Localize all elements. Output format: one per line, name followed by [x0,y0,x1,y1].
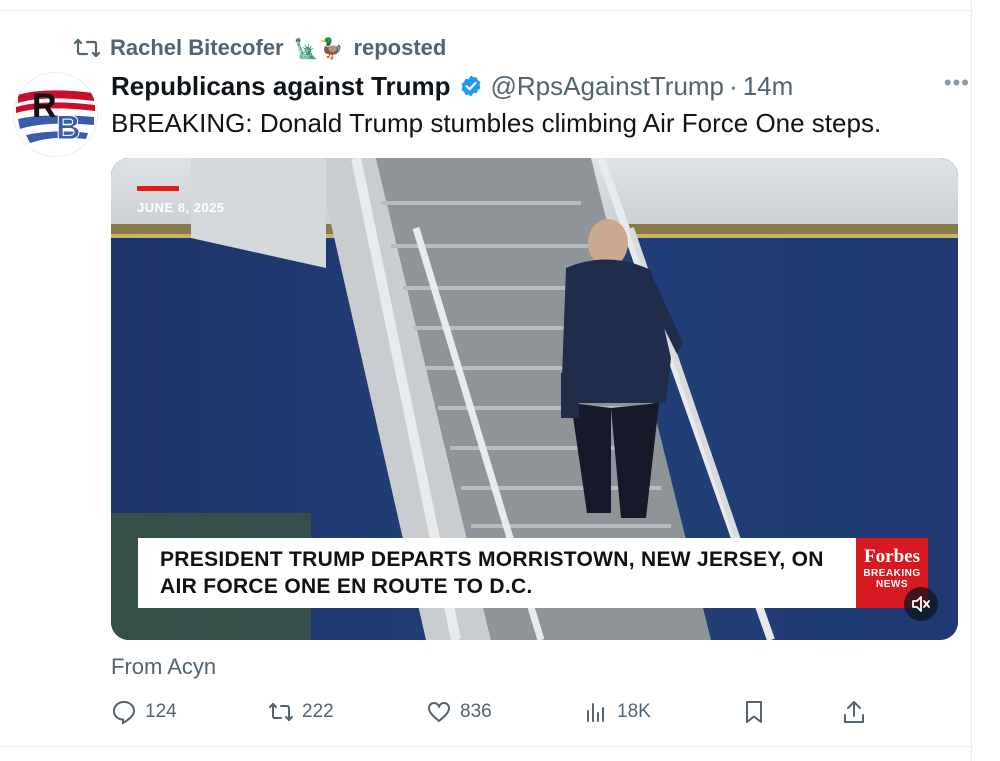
more-options-icon[interactable]: ••• [944,70,970,96]
author-handle[interactable]: @RpsAgainstTrump [491,71,725,102]
reposter-name[interactable]: Rachel Bitecofer [110,35,284,61]
svg-text:B: B [56,109,81,147]
reposter-emojis: 🗽🦆 [293,37,344,60]
forbes-sub-1: BREAKING [863,568,921,579]
repost-button[interactable]: 222 [268,696,334,728]
reply-icon [112,700,136,725]
views-count: 18K [617,701,651,722]
news-lower-third: PRESIDENT TRUMP DEPARTS MORRISTOWN, NEW … [138,538,856,608]
bottom-divider [0,746,972,747]
video-source-attribution[interactable]: From Acyn [111,654,216,680]
repost-count: 222 [302,701,334,722]
lower-third-line-1: PRESIDENT TRUMP DEPARTS MORRISTOWN, NEW … [160,548,824,571]
top-divider [0,0,972,11]
repost-action-icon [269,703,293,721]
mute-toggle-button[interactable] [904,587,938,621]
share-icon [844,701,864,723]
like-count: 836 [460,701,492,722]
reply-button[interactable]: 124 [111,696,177,728]
separator-dot: · [729,70,738,101]
author-name[interactable]: Republicans against Trump [111,71,451,102]
reposted-label: reposted [353,35,447,60]
lower-third-line-2: AIR FORCE ONE EN ROUTE TO D.C. [160,575,533,598]
avatar-logo: R B [14,73,97,156]
like-button[interactable]: 836 [426,696,492,728]
verified-badge-icon [461,75,481,97]
video-date-label: JUNE 8, 2025 [137,200,225,215]
video-player[interactable]: JUNE 8, 2025 PRESIDENT TRUMP DEPARTS MOR… [111,158,958,640]
heart-icon [427,701,451,723]
views-icon [587,703,604,722]
tweet-text: BREAKING: Donald Trump stumbles climbing… [111,108,882,138]
repost-indicator: Rachel Bitecofer 🗽🦆 reposted [74,33,446,63]
author-avatar[interactable]: R B [14,73,97,156]
views-button[interactable]: 18K [583,696,651,728]
tweet-header: Republicans against Trump @RpsAgainstTru… [111,68,970,104]
svg-text:R: R [32,87,57,125]
tweet-action-bar: 124 222 836 18K [111,696,871,728]
repost-icon [74,38,100,58]
right-divider [971,0,972,761]
date-label-accent [137,186,179,191]
forbes-brand: Forbes [864,546,920,567]
volume-muted-icon [912,596,930,612]
bookmark-icon [746,701,762,723]
reply-count: 124 [145,701,177,722]
tweet-timestamp[interactable]: 14m [743,71,794,102]
bookmark-button[interactable] [741,696,767,728]
share-button[interactable] [841,696,867,728]
